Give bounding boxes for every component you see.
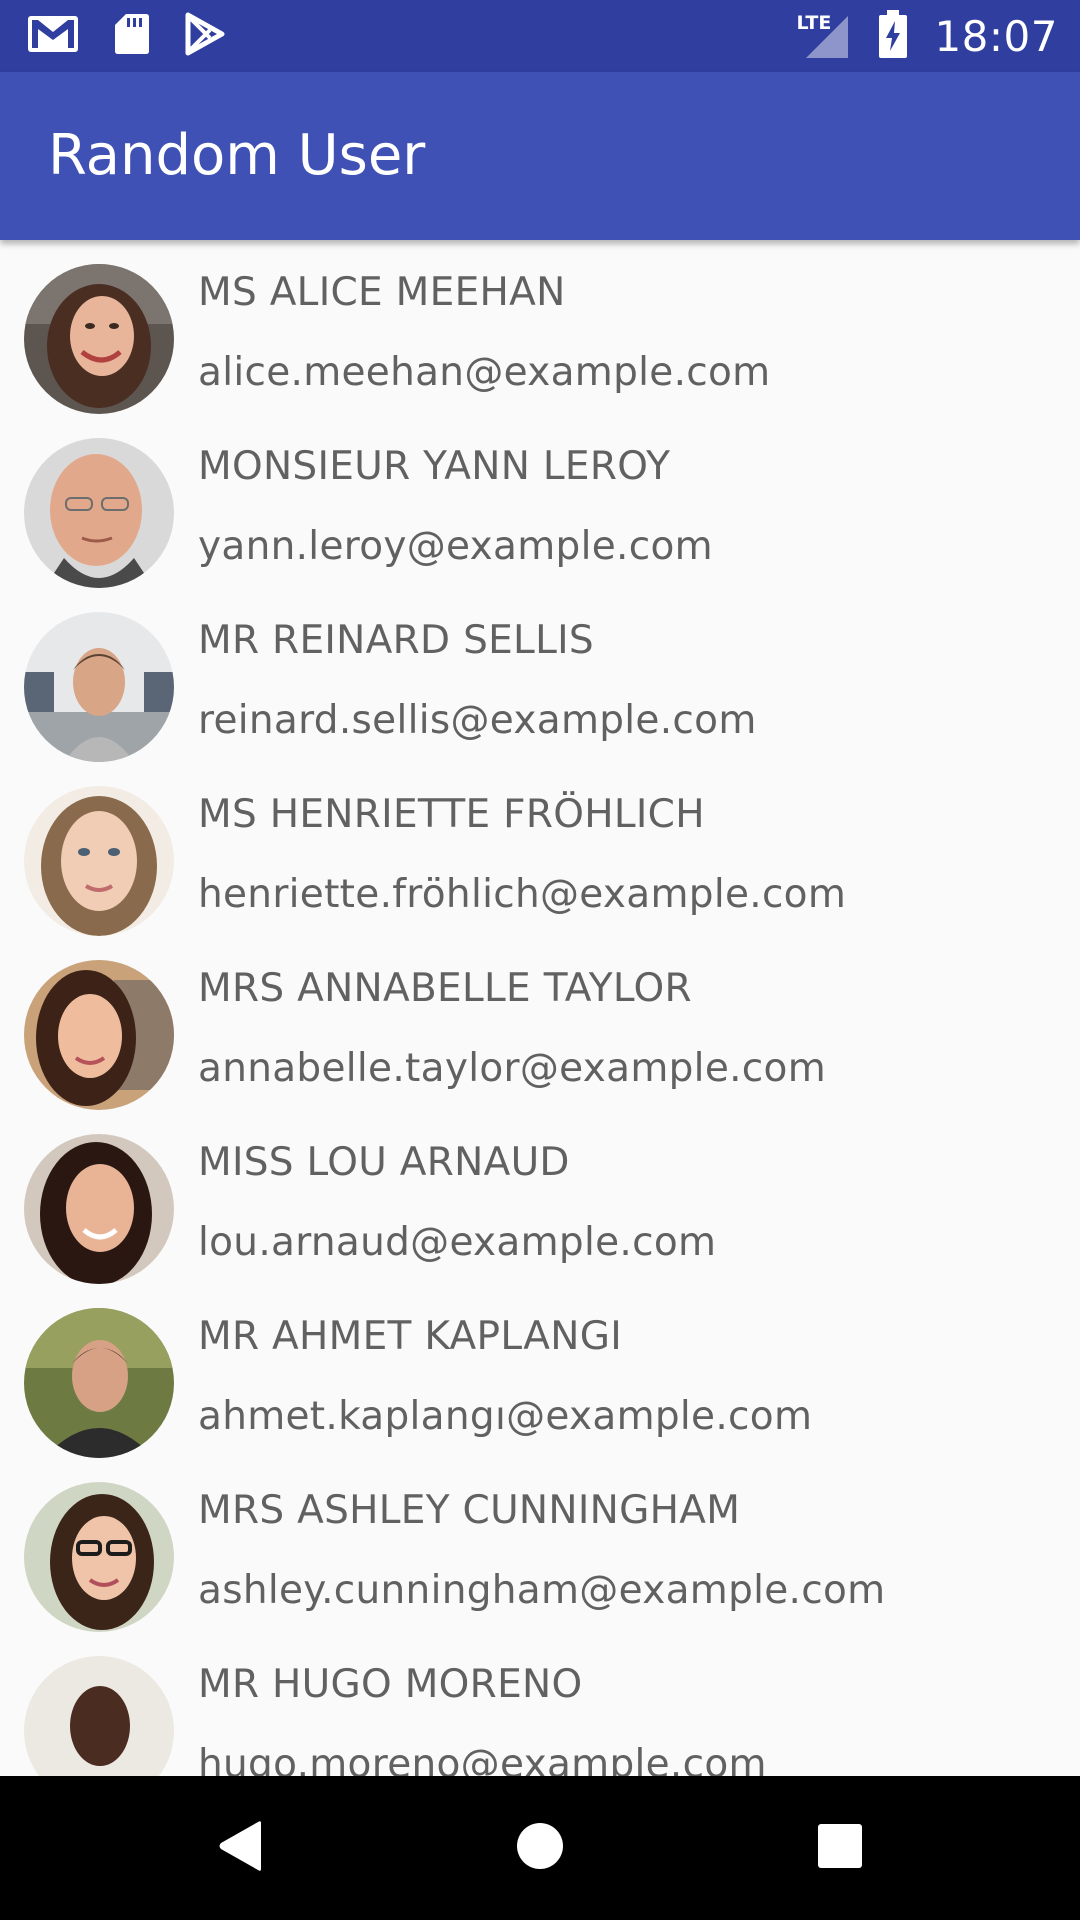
avatar xyxy=(24,960,174,1110)
avatar xyxy=(24,1656,174,1776)
home-button[interactable] xyxy=(460,1776,620,1920)
list-item[interactable]: MISS LOU ARNAUD lou.arnaud@example.com xyxy=(0,1110,1080,1284)
avatar xyxy=(24,1308,174,1458)
gmail-icon xyxy=(26,12,80,60)
user-name: MONSIEUR YANN LEROY xyxy=(198,444,671,489)
list-item[interactable]: MS ALICE MEEHAN alice.meehan@example.com xyxy=(0,240,1080,414)
avatar xyxy=(24,264,174,414)
list-item[interactable]: MS HENRIETTE FRÖHLICH henriette.fröhlich… xyxy=(0,762,1080,936)
list-item[interactable]: MRS ANNABELLE TAYLOR annabelle.taylor@ex… xyxy=(0,936,1080,1110)
recents-icon xyxy=(817,1823,863,1873)
recents-button[interactable] xyxy=(760,1776,920,1920)
status-bar: LTE 18:07 xyxy=(0,0,1080,72)
app-title: Random User xyxy=(48,123,426,188)
avatar xyxy=(24,1134,174,1284)
network-type-label: LTE xyxy=(796,12,832,34)
user-email: reinard.sellis@example.com xyxy=(198,698,757,743)
user-name: MR HUGO MORENO xyxy=(198,1662,583,1707)
avatar xyxy=(24,612,174,762)
user-email: lou.arnaud@example.com xyxy=(198,1220,717,1265)
avatar xyxy=(24,786,174,936)
user-name: MR REINARD SELLIS xyxy=(198,618,594,663)
user-email: annabelle.taylor@example.com xyxy=(198,1046,827,1091)
user-email: ahmet.kaplangı@example.com xyxy=(198,1394,813,1439)
battery-charging-icon xyxy=(878,9,908,63)
app-bar: Random User xyxy=(0,72,1080,240)
lte-signal-icon: LTE xyxy=(796,10,852,62)
list-item[interactable]: MR HUGO MORENO hugo.moreno@example.com xyxy=(0,1632,1080,1776)
avatar xyxy=(24,438,174,588)
user-name: MRS ANNABELLE TAYLOR xyxy=(198,966,692,1011)
notification-icons xyxy=(26,12,226,60)
status-indicators: LTE 18:07 xyxy=(796,0,1058,72)
navigation-bar xyxy=(0,1776,1080,1920)
list-item[interactable]: MR REINARD SELLIS reinard.sellis@example… xyxy=(0,588,1080,762)
user-name: MS ALICE MEEHAN xyxy=(198,270,566,315)
list-item[interactable]: MRS ASHLEY CUNNINGHAM ashley.cunningham@… xyxy=(0,1458,1080,1632)
back-icon xyxy=(215,1819,265,1877)
user-name: MISS LOU ARNAUD xyxy=(198,1140,570,1185)
sd-card-icon xyxy=(114,12,150,60)
status-time: 18:07 xyxy=(934,11,1058,61)
user-email: yann.leroy@example.com xyxy=(198,524,713,569)
user-email: alice.meehan@example.com xyxy=(198,350,771,395)
avatar xyxy=(24,1482,174,1632)
user-email: hugo.moreno@example.com xyxy=(198,1742,767,1776)
user-name: MS HENRIETTE FRÖHLICH xyxy=(198,792,705,837)
back-button[interactable] xyxy=(160,1776,320,1920)
user-name: MRS ASHLEY CUNNINGHAM xyxy=(198,1488,741,1533)
list-item[interactable]: MONSIEUR YANN LEROY yann.leroy@example.c… xyxy=(0,414,1080,588)
user-email: ashley.cunningham@example.com xyxy=(198,1568,886,1613)
user-email: henriette.fröhlich@example.com xyxy=(198,872,847,917)
user-list[interactable]: MS ALICE MEEHAN alice.meehan@example.com… xyxy=(0,240,1080,1776)
user-name: MR AHMET KAPLANGI xyxy=(198,1314,623,1359)
home-icon xyxy=(515,1821,565,1875)
list-item[interactable]: MR AHMET KAPLANGI ahmet.kaplangı@example… xyxy=(0,1284,1080,1458)
play-store-icon xyxy=(184,12,226,60)
